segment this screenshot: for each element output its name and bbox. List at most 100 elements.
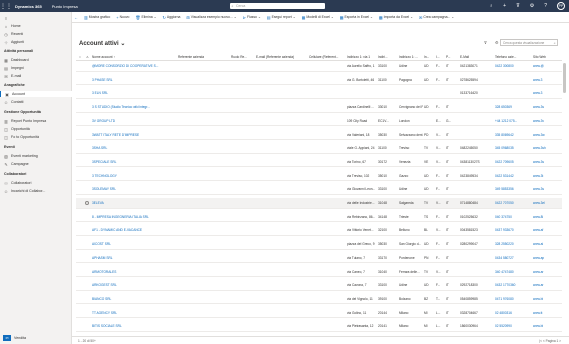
sidebar-item-campaigns[interactable]: ✎ Campagne	[4, 161, 28, 167]
row-select-radio[interactable]	[85, 201, 89, 205]
view-selector[interactable]: Account attivi ⌄	[79, 40, 125, 47]
sidebar-item-contacts[interactable]: ☺ Contatti	[4, 99, 23, 105]
cell-web[interactable]: www.tt	[533, 308, 559, 318]
table-row[interactable]: @MORE CONSORZIO DI COOPERATIVE S... via A…	[76, 61, 562, 72]
flow-button[interactable]: ⊳ Flusso ⌄	[243, 15, 261, 20]
cell-phone[interactable]: 328 2550220	[495, 239, 531, 249]
table-row[interactable]: 3SPECIALE SRL via Torino, 67 30172 Venezia V…	[76, 157, 562, 168]
show-chart-button[interactable]: ▥ Mostra grafico	[84, 15, 110, 20]
vertical-scrollbar[interactable]	[563, 63, 566, 93]
delete-button[interactable]: 🗑 Elimina ⌄	[135, 15, 156, 20]
cell-web[interactable]: www.ai	[533, 239, 559, 249]
cell-name[interactable]: 8 - IMPRESA INGEGNERIA ITALIA SRL	[92, 212, 176, 222]
sidebar-item-recent[interactable]: ◷ Recenti	[4, 31, 23, 37]
cell-phone[interactable]: 328 650369	[495, 102, 531, 112]
table-row[interactable]: 3SOLEMAY SRL via Giovanni Leon... 33100 Udi…	[76, 184, 562, 195]
sidebar-item-pinned[interactable]: ⊹ Aggiunti	[4, 39, 24, 45]
sidebar-item-email[interactable]: ✉ E-mail	[4, 73, 21, 79]
columns-icon[interactable]: ⚙	[495, 40, 499, 45]
column-header-filter-icon[interactable]: ⚠	[86, 53, 89, 61]
table-row[interactable]: ARKOGEST SRL via Cavona, 7 33100 Udine UD F..…	[76, 280, 562, 291]
table-row[interactable]: TT AGENCY SRL via Golino, 11 20144 Milano MI…	[76, 308, 562, 319]
help-icon[interactable]: ?	[544, 3, 547, 9]
sidebar-item-report[interactable]: ▥ Report Punto Impresa	[4, 118, 46, 124]
cell-phone[interactable]: 0471 976080	[495, 294, 531, 304]
table-row[interactable]: ARMOTORALES via Caneo, 7 31040 Ferrara dell…	[76, 267, 562, 278]
column-header-phone[interactable]: Telefono azie...	[495, 53, 525, 61]
filter-view-input[interactable]: Cerca questa visualizzazione ⌕	[500, 39, 558, 46]
cell-phone[interactable]: 0422 709605	[495, 157, 531, 167]
column-header-country[interactable]: P...	[446, 53, 456, 61]
column-header-region[interactable]: I...	[436, 53, 444, 61]
excel-templates-button[interactable]: ▦ Modelli di Excel ⌄	[302, 15, 334, 20]
cell-phone[interactable]: 0422 707050	[495, 198, 531, 208]
table-row[interactable]: 8 - IMPRESA INGEGNERIA ITALIA SRL via Reb…	[76, 212, 562, 223]
lightbulb-icon[interactable]: ♁	[489, 3, 493, 9]
cell-name[interactable]: 3 TECHNOLOGY	[92, 171, 176, 181]
cell-phone[interactable]: 0422 300800	[495, 61, 531, 71]
column-header-province[interactable]: In...	[424, 53, 434, 61]
refresh-button[interactable]: ↻ Aggiorna	[162, 15, 180, 20]
pagination[interactable]: |< < Pagina 1 >	[539, 339, 561, 343]
table-row[interactable]: BITIS SOCIALE SRL via Pietrasanta, 12 2014…	[76, 321, 562, 332]
back-button[interactable]: ←	[74, 15, 78, 20]
gear-icon[interactable]: ⚙	[530, 3, 534, 9]
new-button[interactable]: + Nuovo	[116, 15, 129, 20]
cell-web[interactable]: www.3el	[533, 198, 559, 208]
run-report-button[interactable]: ▤ Esegui report ⌄	[267, 15, 296, 20]
cell-name[interactable]: 3SPECIALE SRL	[92, 157, 176, 167]
cell-web[interactable]: www.3sh	[533, 143, 559, 153]
cell-name[interactable]: 3SHA SRL	[92, 143, 176, 153]
cell-phone[interactable]: 345 0968035	[495, 143, 531, 153]
cell-web[interactable]: www.3	[533, 88, 559, 98]
cell-web[interactable]: www.3w	[533, 130, 559, 140]
table-row[interactable]: 3 ELN SRL 0133716420 www.3	[76, 88, 562, 99]
cell-web[interactable]: www.bi	[533, 321, 559, 331]
cell-web[interactable]: www.af	[533, 225, 559, 235]
cell-web[interactable]: www.ap	[533, 253, 559, 263]
cell-name[interactable]: 3SOLEMAY SRL	[92, 184, 176, 194]
visualize-button[interactable]: ⊞ Visualizza esempio nuovo... ⌄	[186, 15, 236, 20]
cell-name[interactable]: AICOST SRL	[92, 239, 176, 249]
area-switcher[interactable]: PI Vendita	[3, 335, 26, 341]
waffle-icon[interactable]: ⋮⋮	[0, 0, 12, 12]
cell-phone[interactable]: 0437 933670	[495, 225, 531, 235]
cell-web[interactable]: www.ar	[533, 280, 559, 290]
sidebar-item-opportunities-2[interactable]: ◫ Fo to Opportunità	[4, 134, 39, 140]
cell-name[interactable]: 3 ELN SRL	[92, 88, 176, 98]
sidebar-item-marketing-events[interactable]: ▧ Eventi marketing	[4, 153, 38, 159]
cell-name[interactable]: 3 PHASE SRL	[92, 75, 176, 85]
cell-name[interactable]: 3WATT ITALY RETE D'IMPRESE	[92, 130, 176, 140]
sidebar-item-dashboard[interactable]: ▦ Dashboard	[4, 57, 28, 63]
cell-web[interactable]: www.bi	[533, 294, 559, 304]
cell-web[interactable]: www.3s	[533, 102, 559, 112]
table-row[interactable]: AICOST SRL piazza del Greco, 9 35030 San Gi…	[76, 239, 562, 250]
cell-name[interactable]: 3ELEVA	[92, 198, 176, 208]
cell-name[interactable]: 3 S STUDIO (Studio Tecnico wiki integr..…	[92, 102, 176, 112]
create-campaign-button[interactable]: ✉ Crea campagna... ⌄	[419, 15, 454, 20]
cell-phone[interactable]: 349 5853356	[495, 184, 531, 194]
cell-name[interactable]: TT AGENCY SRL	[92, 308, 176, 318]
sidebar-item-activities[interactable]: ▤ Impegni	[4, 65, 24, 71]
cell-name[interactable]: APHASM SRL	[92, 253, 176, 263]
table-row[interactable]: 3 PHASE SRL via G. Bortoletti, 46 31100 Pag…	[76, 75, 562, 86]
app-name[interactable]: Dynamics 365	[15, 4, 42, 9]
cell-web[interactable]: www.3v	[533, 116, 559, 126]
column-header-city[interactable]: Indirizzo 1: ...	[399, 53, 421, 61]
cell-phone[interactable]: 040 374750	[495, 212, 531, 222]
cell-name[interactable]: ARMOTORALES	[92, 267, 176, 277]
sidebar-menu-button[interactable]: ≡	[4, 15, 8, 21]
import-excel-button[interactable]: ▩ Importa da Excel ⌄	[379, 15, 413, 20]
table-row[interactable]: 3V GROUP LTD 109 City Road EC1V... London E.…	[76, 116, 562, 127]
cell-phone[interactable]: 340 4747480	[495, 267, 531, 277]
column-header-email[interactable]: E-Mail	[460, 53, 484, 61]
cell-name[interactable]: AF1 - DYNAMIC AND E-VACANCE	[92, 225, 176, 235]
cell-name[interactable]: @MORE CONSORZIO DI COOPERATIVE S...	[92, 61, 176, 71]
cell-name[interactable]: BITIS SOCIALE SRL	[92, 321, 176, 331]
column-header-address[interactable]: Indirizzo 1: via 1	[347, 53, 375, 61]
cell-phone[interactable]: +44 1212 075...	[495, 116, 531, 126]
cell-phone[interactable]: 335 8069642	[495, 130, 531, 140]
column-header-contact[interactable]: Referente azienda	[178, 53, 218, 61]
sidebar-item-collaborators[interactable]: ⚇ Collaboratori	[4, 180, 31, 186]
cell-web[interactable]: www.3s	[533, 157, 559, 167]
